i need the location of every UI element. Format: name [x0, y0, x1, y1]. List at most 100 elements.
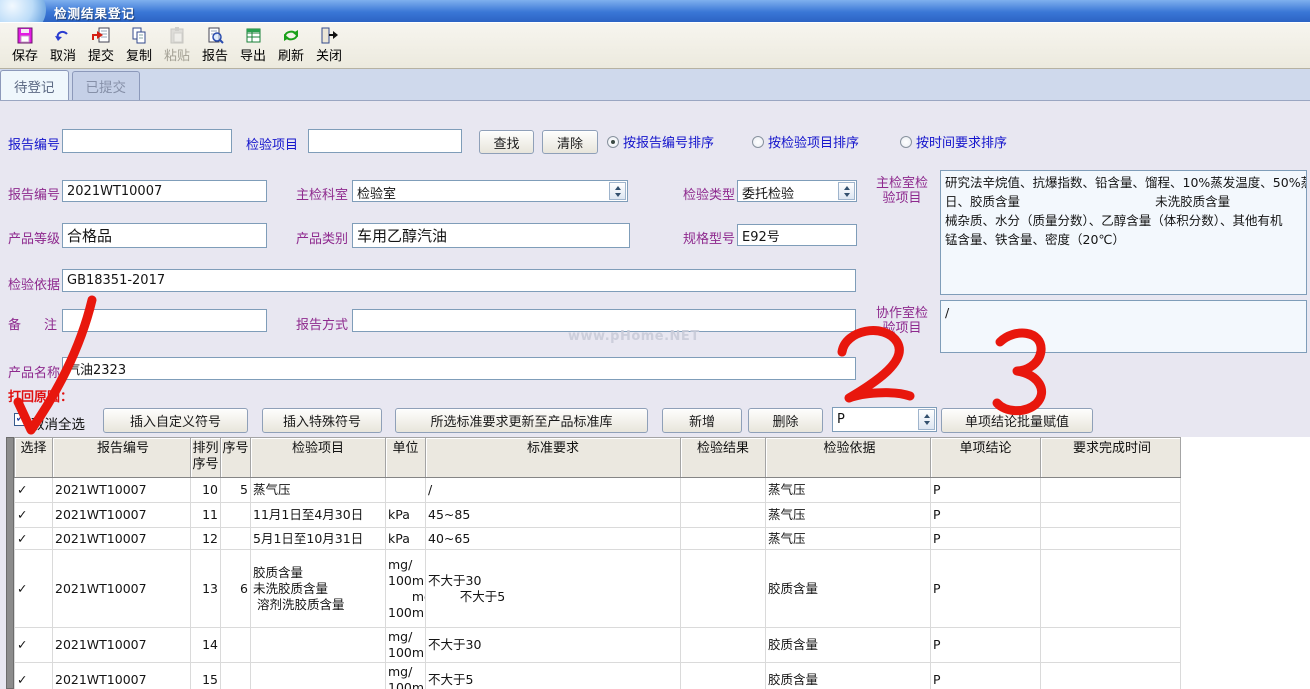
table-cell[interactable]: 2021WT10007: [53, 503, 191, 528]
table-cell[interactable]: [1041, 478, 1181, 503]
product-name-input[interactable]: [62, 357, 856, 380]
table-cell[interactable]: 11: [191, 503, 221, 528]
table-cell[interactable]: [681, 663, 766, 689]
row-select-cell[interactable]: ✓: [15, 628, 53, 663]
table-cell[interactable]: 15: [191, 663, 221, 689]
conclusion-combo[interactable]: P: [832, 407, 937, 432]
row-select-cell[interactable]: ✓: [15, 550, 53, 628]
table-cell[interactable]: 5月1日至10月31日: [251, 528, 386, 550]
table-cell[interactable]: [681, 550, 766, 628]
delete-button[interactable]: 删除: [748, 408, 823, 433]
toolbar-button-close[interactable]: 关闭: [310, 23, 348, 68]
table-cell[interactable]: 2021WT10007: [53, 628, 191, 663]
table-cell[interactable]: 不大于5: [426, 663, 681, 689]
grade-input[interactable]: [62, 223, 267, 248]
table-cell[interactable]: mg/ 100mL mg/ 100mL: [386, 550, 426, 628]
find-button[interactable]: 查找: [479, 130, 534, 154]
table-cell[interactable]: 蒸气压: [766, 503, 931, 528]
table-cell[interactable]: [681, 528, 766, 550]
table-cell[interactable]: 蒸气压: [766, 478, 931, 503]
table-cell[interactable]: kPa: [386, 503, 426, 528]
table-cell[interactable]: [1041, 528, 1181, 550]
table-cell[interactable]: [251, 663, 386, 689]
radio-sort-by-item[interactable]: 按检验项目排序: [752, 132, 859, 151]
table-cell[interactable]: [1041, 550, 1181, 628]
insert-special-symbol-button[interactable]: 插入特殊符号: [262, 408, 382, 433]
table-cell[interactable]: P: [931, 628, 1041, 663]
table-cell[interactable]: 13: [191, 550, 221, 628]
toolbar-button-save[interactable]: 保存: [6, 23, 44, 68]
row-select-cell[interactable]: ✓: [15, 503, 53, 528]
table-cell[interactable]: 2021WT10007: [53, 550, 191, 628]
table-cell[interactable]: 不大于30: [426, 628, 681, 663]
toolbar-button-submit[interactable]: 提交: [82, 23, 120, 68]
batch-assign-button[interactable]: 单项结论批量赋值: [941, 408, 1093, 433]
table-cell[interactable]: P: [931, 528, 1041, 550]
spec-input[interactable]: [737, 224, 857, 246]
uncheck-all-checkbox[interactable]: [14, 413, 27, 426]
row-select-cell[interactable]: ✓: [15, 663, 53, 689]
table-cell[interactable]: P: [931, 503, 1041, 528]
radio-sort-by-time[interactable]: 按时间要求排序: [900, 132, 1007, 151]
add-button[interactable]: 新增: [662, 408, 742, 433]
table-cell[interactable]: /: [426, 478, 681, 503]
table-cell[interactable]: [681, 478, 766, 503]
radio-sort-by-report-no[interactable]: 按报告编号排序: [607, 132, 714, 151]
coop-items-textarea[interactable]: /: [940, 300, 1307, 353]
report-no-input[interactable]: [62, 180, 267, 202]
spinner-icon[interactable]: [918, 409, 935, 430]
table-cell[interactable]: 不大于30 不大于5: [426, 550, 681, 628]
table-cell[interactable]: 12: [191, 528, 221, 550]
table-cell[interactable]: [221, 628, 251, 663]
spinner-icon[interactable]: [609, 182, 626, 200]
table-cell[interactable]: 胶质含量: [766, 550, 931, 628]
table-cell[interactable]: 40~65: [426, 528, 681, 550]
table-cell[interactable]: 胶质含量 未洗胶质含量 溶剂洗胶质含量: [251, 550, 386, 628]
table-cell[interactable]: mg/ 100mL: [386, 663, 426, 689]
table-cell[interactable]: 胶质含量: [766, 663, 931, 689]
table-cell[interactable]: 蒸气压: [251, 478, 386, 503]
table-cell[interactable]: P: [931, 550, 1041, 628]
table-cell[interactable]: [221, 503, 251, 528]
table-cell[interactable]: P: [931, 478, 1041, 503]
table-cell[interactable]: 11月1日至4月30日: [251, 503, 386, 528]
table-cell[interactable]: [251, 628, 386, 663]
main-items-textarea[interactable]: 研究法辛烷值、抗爆指数、铅含量、馏程、10%蒸发温度、50%蒸 日、胶质含量 未…: [940, 170, 1307, 295]
table-cell[interactable]: [386, 478, 426, 503]
search-item-input[interactable]: [308, 129, 462, 153]
table-cell[interactable]: 胶质含量: [766, 628, 931, 663]
toolbar-button-refresh[interactable]: 刷新: [272, 23, 310, 68]
table-cell[interactable]: P: [931, 663, 1041, 689]
table-cell[interactable]: 2021WT10007: [53, 478, 191, 503]
table-cell[interactable]: [1041, 628, 1181, 663]
table-cell[interactable]: 2021WT10007: [53, 663, 191, 689]
table-cell[interactable]: [1041, 503, 1181, 528]
clear-button[interactable]: 清除: [542, 130, 598, 154]
category-input[interactable]: [352, 223, 630, 248]
table-cell[interactable]: 蒸气压: [766, 528, 931, 550]
table-cell[interactable]: [681, 503, 766, 528]
table-cell[interactable]: [1041, 663, 1181, 689]
table-cell[interactable]: mg/ 100mL: [386, 628, 426, 663]
insert-custom-symbol-button[interactable]: 插入自定义符号: [103, 408, 248, 433]
update-standard-button[interactable]: 所选标准要求更新至产品标准库: [395, 408, 648, 433]
table-cell[interactable]: [681, 628, 766, 663]
basis-input[interactable]: [62, 269, 856, 292]
table-cell[interactable]: 14: [191, 628, 221, 663]
spinner-icon[interactable]: [838, 182, 855, 200]
toolbar-button-copy[interactable]: 复制: [120, 23, 158, 68]
toolbar-button-undo[interactable]: 取消: [44, 23, 82, 68]
remark-input[interactable]: [62, 309, 267, 332]
table-cell[interactable]: 10: [191, 478, 221, 503]
toolbar-button-export[interactable]: 导出: [234, 23, 272, 68]
dept-combo[interactable]: 检验室: [352, 180, 628, 202]
tab-pending[interactable]: 待登记: [0, 70, 69, 100]
tab-submitted[interactable]: 已提交: [72, 71, 141, 100]
row-select-cell[interactable]: ✓: [15, 478, 53, 503]
table-cell[interactable]: 45~85: [426, 503, 681, 528]
row-select-cell[interactable]: ✓: [15, 528, 53, 550]
table-cell[interactable]: 2021WT10007: [53, 528, 191, 550]
table-cell[interactable]: kPa: [386, 528, 426, 550]
table-cell[interactable]: 5: [221, 478, 251, 503]
type-combo[interactable]: 委托检验: [737, 180, 857, 202]
